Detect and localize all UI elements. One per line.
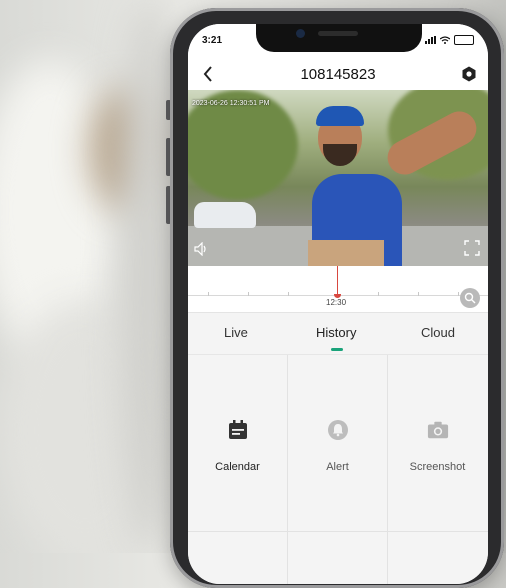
fullscreen-icon[interactable] [464,240,480,256]
timeline-cursor[interactable] [337,266,338,296]
view-tabs: Live History Cloud [188,312,488,355]
camera-icon [427,421,449,439]
screenshot-button[interactable]: Screenshot [388,355,487,531]
alert-button[interactable]: Alert [288,355,388,531]
phone-screen: 3:21 76 108145823 2023-06-26 12:30:51 PM… [188,24,488,584]
calendar-label: Calendar [215,461,260,473]
grid-cell-empty [288,532,388,584]
magnifier-icon [464,292,476,304]
grid-cell-empty [188,532,288,584]
video-timestamp: 2023-06-26 12:30:51 PM [192,100,270,107]
battery-level: 76 [460,37,468,43]
screenshot-label: Screenshot [409,461,466,473]
device-id-title: 108145823 [300,66,376,83]
calendar-button[interactable]: Calendar [188,355,288,531]
alert-label: Alert [326,461,349,473]
battery-icon: 76 [454,35,474,45]
parked-car [194,202,256,228]
package-box [308,240,384,266]
bell-icon [328,420,348,440]
phone-frame: 3:21 76 108145823 2023-06-26 12:30:51 PM… [170,8,504,588]
speaker-icon[interactable] [194,242,210,256]
tab-history[interactable]: History [316,325,356,340]
gear-icon [462,66,476,82]
wifi-icon [440,36,450,44]
action-grid: Calendar Alert Screenshot [188,354,488,584]
app-header: 108145823 [188,58,488,90]
camera-video-feed[interactable]: 2023-06-26 12:30:51 PM [188,90,488,266]
calendar-icon [229,420,247,439]
phone-notch [256,24,422,52]
timeline-time-label: 12:30 [326,298,347,307]
active-tab-indicator [331,348,343,351]
status-time: 3:21 [202,35,223,46]
settings-button[interactable] [458,63,480,85]
tab-live[interactable]: Live [224,325,248,340]
playback-timeline[interactable]: 12:30 [188,266,488,312]
cellular-signal-icon [425,36,436,44]
zoom-button[interactable] [460,288,480,308]
tab-cloud[interactable]: Cloud [421,325,455,340]
